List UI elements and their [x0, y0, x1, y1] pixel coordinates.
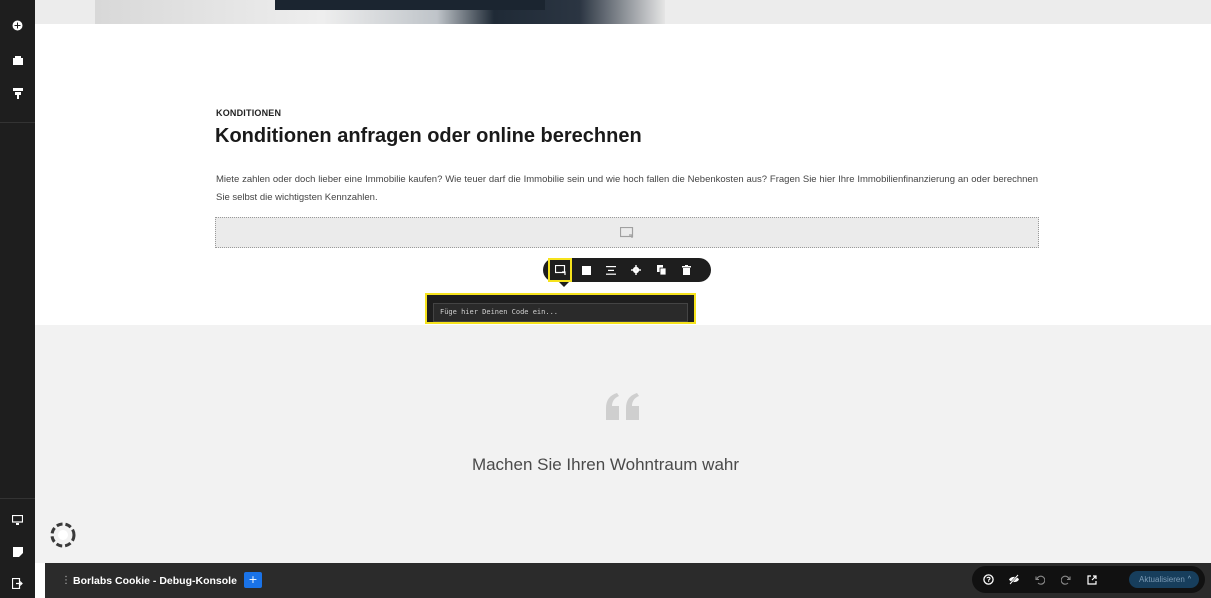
- section-paragraph: Miete zahlen oder doch lieber eine Immob…: [216, 174, 1038, 203]
- section-heading: Konditionen anfragen oder online berechn…: [215, 125, 642, 147]
- trash-icon[interactable]: [676, 260, 696, 280]
- code-input-popup: [425, 293, 696, 324]
- external-link-icon[interactable]: [1082, 570, 1102, 589]
- help-icon[interactable]: [978, 570, 998, 589]
- page-settings-toolbar: Aktualisieren ^: [972, 566, 1205, 593]
- exit-icon[interactable]: [8, 574, 27, 593]
- builder-sidebar: [0, 0, 35, 598]
- add-icon[interactable]: [8, 16, 27, 35]
- layers-icon[interactable]: [8, 84, 27, 103]
- page-root: KONDITIONEN Konditionen anfragen oder on…: [0, 0, 1211, 598]
- code-icon[interactable]: [548, 258, 572, 282]
- testimonial-section: [35, 325, 1211, 563]
- page-icon[interactable]: [8, 51, 27, 70]
- expand-button[interactable]: +: [244, 572, 262, 588]
- debug-console-title: Borlabs Cookie - Debug-Konsole: [73, 575, 237, 587]
- update-button[interactable]: Aktualisieren ^: [1129, 571, 1199, 588]
- note-icon[interactable]: [8, 542, 27, 561]
- square-icon[interactable]: [576, 260, 596, 280]
- code-module-placeholder[interactable]: [215, 217, 1039, 248]
- align-icon[interactable]: [601, 260, 621, 280]
- borlabs-cookie-icon[interactable]: [50, 522, 76, 548]
- redo-icon[interactable]: [1056, 570, 1076, 589]
- section-kicker: KONDITIONEN: [216, 108, 282, 118]
- undo-icon[interactable]: [1030, 570, 1050, 589]
- drag-handle-icon[interactable]: ⋮: [61, 575, 71, 586]
- copy-icon[interactable]: [651, 260, 671, 280]
- module-toolbar: [543, 258, 711, 287]
- code-input[interactable]: [433, 302, 688, 322]
- update-button-label: Aktualisieren: [1139, 575, 1185, 584]
- sidebar-divider: [0, 122, 35, 123]
- hero-image-shadow: [275, 0, 545, 10]
- testimonial-text: Machen Sie Ihren Wohntraum wahr: [471, 455, 740, 474]
- toolbar-caret: [559, 282, 569, 287]
- monitor-icon[interactable]: [8, 510, 27, 529]
- hero-image-strip: [35, 0, 1211, 24]
- chevron-up-icon[interactable]: ^: [1188, 571, 1191, 588]
- gear-icon[interactable]: [626, 260, 646, 280]
- visibility-off-icon[interactable]: [1004, 570, 1024, 589]
- code-icon: [620, 226, 634, 238]
- quote-icon: [606, 393, 639, 420]
- sidebar-divider: [0, 498, 35, 499]
